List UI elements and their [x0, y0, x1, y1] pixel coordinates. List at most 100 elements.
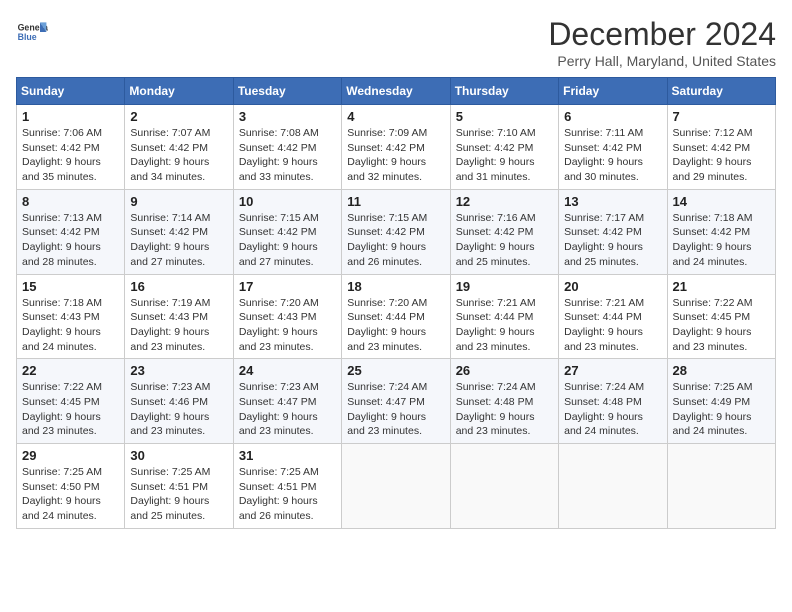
location: Perry Hall, Maryland, United States — [548, 53, 776, 69]
logo: General Blue — [16, 16, 48, 48]
empty-cell — [559, 444, 667, 529]
daylight-text: Daylight: 9 hours and 33 minutes. — [239, 156, 318, 183]
daylight-text: Daylight: 9 hours and 25 minutes. — [564, 241, 643, 268]
day-number: 24 — [239, 363, 336, 378]
weekday-header-wednesday: Wednesday — [342, 78, 450, 105]
calendar-day-cell: 25 Sunrise: 7:24 AM Sunset: 4:47 PM Dayl… — [342, 359, 450, 444]
sunset-text: Sunset: 4:42 PM — [22, 226, 100, 238]
calendar-day-cell: 4 Sunrise: 7:09 AM Sunset: 4:42 PM Dayli… — [342, 105, 450, 190]
daylight-text: Daylight: 9 hours and 23 minutes. — [673, 326, 752, 353]
weekday-header-friday: Friday — [559, 78, 667, 105]
day-info: Sunrise: 7:23 AM Sunset: 4:46 PM Dayligh… — [130, 380, 227, 439]
day-number: 26 — [456, 363, 553, 378]
daylight-text: Daylight: 9 hours and 27 minutes. — [130, 241, 209, 268]
sunrise-text: Sunrise: 7:13 AM — [22, 212, 102, 224]
title-block: December 2024 Perry Hall, Maryland, Unit… — [548, 16, 776, 69]
sunset-text: Sunset: 4:50 PM — [22, 481, 100, 493]
day-info: Sunrise: 7:21 AM Sunset: 4:44 PM Dayligh… — [564, 296, 661, 355]
day-number: 8 — [22, 194, 119, 209]
day-info: Sunrise: 7:12 AM Sunset: 4:42 PM Dayligh… — [673, 126, 770, 185]
calendar-table: SundayMondayTuesdayWednesdayThursdayFrid… — [16, 77, 776, 529]
day-info: Sunrise: 7:22 AM Sunset: 4:45 PM Dayligh… — [673, 296, 770, 355]
sunset-text: Sunset: 4:47 PM — [347, 396, 425, 408]
weekday-header-row: SundayMondayTuesdayWednesdayThursdayFrid… — [17, 78, 776, 105]
sunrise-text: Sunrise: 7:25 AM — [239, 466, 319, 478]
day-number: 1 — [22, 109, 119, 124]
daylight-text: Daylight: 9 hours and 23 minutes. — [239, 326, 318, 353]
daylight-text: Daylight: 9 hours and 23 minutes. — [239, 411, 318, 438]
calendar-day-cell: 19 Sunrise: 7:21 AM Sunset: 4:44 PM Dayl… — [450, 274, 558, 359]
empty-cell — [450, 444, 558, 529]
calendar-day-cell: 30 Sunrise: 7:25 AM Sunset: 4:51 PM Dayl… — [125, 444, 233, 529]
sunset-text: Sunset: 4:42 PM — [564, 226, 642, 238]
sunrise-text: Sunrise: 7:11 AM — [564, 127, 643, 139]
day-number: 23 — [130, 363, 227, 378]
daylight-text: Daylight: 9 hours and 24 minutes. — [564, 411, 643, 438]
day-info: Sunrise: 7:20 AM Sunset: 4:44 PM Dayligh… — [347, 296, 444, 355]
sunset-text: Sunset: 4:42 PM — [456, 142, 534, 154]
calendar-week-row: 1 Sunrise: 7:06 AM Sunset: 4:42 PM Dayli… — [17, 105, 776, 190]
day-number: 6 — [564, 109, 661, 124]
daylight-text: Daylight: 9 hours and 23 minutes. — [456, 326, 535, 353]
calendar-day-cell: 29 Sunrise: 7:25 AM Sunset: 4:50 PM Dayl… — [17, 444, 125, 529]
sunset-text: Sunset: 4:42 PM — [130, 142, 208, 154]
calendar-day-cell: 9 Sunrise: 7:14 AM Sunset: 4:42 PM Dayli… — [125, 189, 233, 274]
day-number: 12 — [456, 194, 553, 209]
day-info: Sunrise: 7:25 AM Sunset: 4:49 PM Dayligh… — [673, 380, 770, 439]
day-info: Sunrise: 7:15 AM Sunset: 4:42 PM Dayligh… — [347, 211, 444, 270]
calendar-day-cell: 31 Sunrise: 7:25 AM Sunset: 4:51 PM Dayl… — [233, 444, 341, 529]
calendar-week-row: 8 Sunrise: 7:13 AM Sunset: 4:42 PM Dayli… — [17, 189, 776, 274]
day-number: 18 — [347, 279, 444, 294]
weekday-header-thursday: Thursday — [450, 78, 558, 105]
sunset-text: Sunset: 4:42 PM — [456, 226, 534, 238]
day-info: Sunrise: 7:20 AM Sunset: 4:43 PM Dayligh… — [239, 296, 336, 355]
sunrise-text: Sunrise: 7:25 AM — [130, 466, 210, 478]
calendar-day-cell: 23 Sunrise: 7:23 AM Sunset: 4:46 PM Dayl… — [125, 359, 233, 444]
calendar-week-row: 29 Sunrise: 7:25 AM Sunset: 4:50 PM Dayl… — [17, 444, 776, 529]
calendar-week-row: 22 Sunrise: 7:22 AM Sunset: 4:45 PM Dayl… — [17, 359, 776, 444]
day-number: 20 — [564, 279, 661, 294]
calendar-day-cell: 22 Sunrise: 7:22 AM Sunset: 4:45 PM Dayl… — [17, 359, 125, 444]
day-number: 17 — [239, 279, 336, 294]
sunrise-text: Sunrise: 7:22 AM — [673, 297, 753, 309]
day-info: Sunrise: 7:21 AM Sunset: 4:44 PM Dayligh… — [456, 296, 553, 355]
day-number: 7 — [673, 109, 770, 124]
sunset-text: Sunset: 4:42 PM — [239, 142, 317, 154]
empty-cell — [667, 444, 775, 529]
sunset-text: Sunset: 4:43 PM — [239, 311, 317, 323]
calendar-day-cell: 24 Sunrise: 7:23 AM Sunset: 4:47 PM Dayl… — [233, 359, 341, 444]
sunrise-text: Sunrise: 7:23 AM — [130, 381, 210, 393]
day-info: Sunrise: 7:16 AM Sunset: 4:42 PM Dayligh… — [456, 211, 553, 270]
sunset-text: Sunset: 4:42 PM — [673, 226, 751, 238]
daylight-text: Daylight: 9 hours and 24 minutes. — [22, 326, 101, 353]
weekday-header-sunday: Sunday — [17, 78, 125, 105]
day-info: Sunrise: 7:19 AM Sunset: 4:43 PM Dayligh… — [130, 296, 227, 355]
calendar-day-cell: 20 Sunrise: 7:21 AM Sunset: 4:44 PM Dayl… — [559, 274, 667, 359]
sunset-text: Sunset: 4:44 PM — [347, 311, 425, 323]
sunrise-text: Sunrise: 7:25 AM — [673, 381, 753, 393]
calendar-day-cell: 28 Sunrise: 7:25 AM Sunset: 4:49 PM Dayl… — [667, 359, 775, 444]
calendar-day-cell: 6 Sunrise: 7:11 AM Sunset: 4:42 PM Dayli… — [559, 105, 667, 190]
day-info: Sunrise: 7:24 AM Sunset: 4:48 PM Dayligh… — [456, 380, 553, 439]
day-info: Sunrise: 7:17 AM Sunset: 4:42 PM Dayligh… — [564, 211, 661, 270]
daylight-text: Daylight: 9 hours and 24 minutes. — [673, 411, 752, 438]
sunrise-text: Sunrise: 7:24 AM — [347, 381, 427, 393]
sunset-text: Sunset: 4:42 PM — [130, 226, 208, 238]
day-info: Sunrise: 7:15 AM Sunset: 4:42 PM Dayligh… — [239, 211, 336, 270]
day-info: Sunrise: 7:09 AM Sunset: 4:42 PM Dayligh… — [347, 126, 444, 185]
sunrise-text: Sunrise: 7:18 AM — [22, 297, 102, 309]
day-info: Sunrise: 7:18 AM Sunset: 4:42 PM Dayligh… — [673, 211, 770, 270]
day-number: 25 — [347, 363, 444, 378]
sunset-text: Sunset: 4:46 PM — [130, 396, 208, 408]
day-info: Sunrise: 7:25 AM Sunset: 4:50 PM Dayligh… — [22, 465, 119, 524]
sunrise-text: Sunrise: 7:07 AM — [130, 127, 210, 139]
daylight-text: Daylight: 9 hours and 23 minutes. — [347, 411, 426, 438]
daylight-text: Daylight: 9 hours and 24 minutes. — [22, 495, 101, 522]
sunrise-text: Sunrise: 7:23 AM — [239, 381, 319, 393]
calendar-day-cell: 26 Sunrise: 7:24 AM Sunset: 4:48 PM Dayl… — [450, 359, 558, 444]
day-info: Sunrise: 7:08 AM Sunset: 4:42 PM Dayligh… — [239, 126, 336, 185]
calendar-day-cell: 14 Sunrise: 7:18 AM Sunset: 4:42 PM Dayl… — [667, 189, 775, 274]
sunrise-text: Sunrise: 7:15 AM — [347, 212, 427, 224]
sunrise-text: Sunrise: 7:06 AM — [22, 127, 102, 139]
day-info: Sunrise: 7:22 AM Sunset: 4:45 PM Dayligh… — [22, 380, 119, 439]
